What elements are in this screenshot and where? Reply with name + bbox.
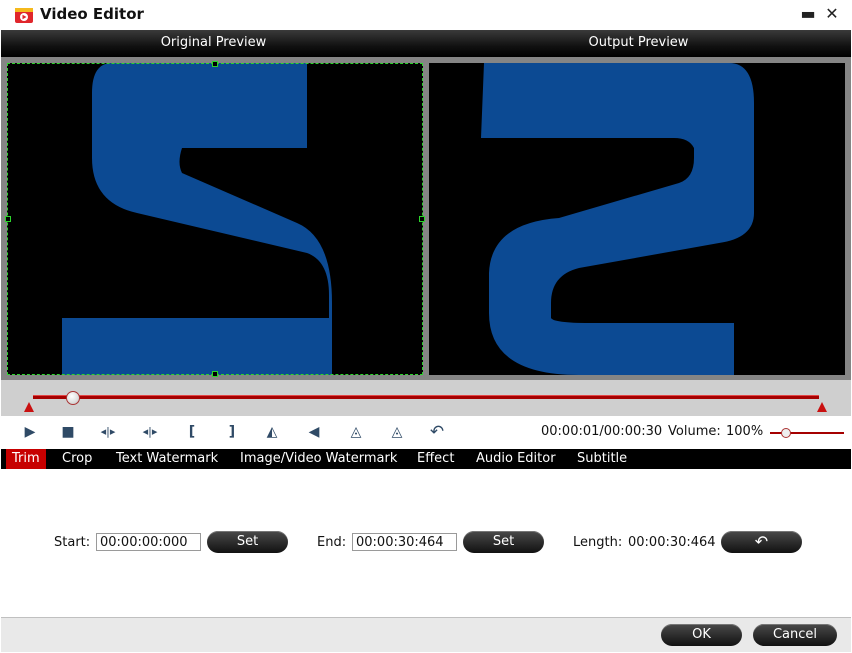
next-frame-icon[interactable]: ◂|▸	[139, 421, 161, 443]
film-icon	[12, 3, 36, 27]
tab-trim[interactable]: Trim	[6, 449, 46, 469]
flip-vertical-icon[interactable]: ◀	[303, 421, 325, 443]
rotate-right-icon[interactable]: ◬	[386, 421, 408, 443]
crop-handle-left[interactable]	[5, 216, 11, 222]
crop-handle-bottom[interactable]	[212, 371, 218, 377]
tab-text-watermark[interactable]: Text Watermark	[110, 449, 224, 469]
output-preview-label: Output Preview	[588, 35, 689, 50]
close-button[interactable]: ✕	[824, 6, 840, 22]
end-label: End:	[317, 535, 347, 550]
minimize-button[interactable]: ▬	[800, 6, 816, 22]
undo-icon[interactable]: ↶	[426, 421, 448, 443]
preview-header: Original Preview Output Preview	[1, 30, 851, 57]
play-icon[interactable]: ▶	[19, 421, 41, 443]
window-title: Video Editor	[40, 5, 144, 23]
set-end-button[interactable]: Set	[463, 531, 544, 553]
tab-effect[interactable]: Effect	[411, 449, 460, 469]
volume-label: Volume:	[668, 424, 721, 439]
flip-horizontal-icon[interactable]: ◭	[261, 421, 283, 443]
mark-in-icon[interactable]: [	[181, 421, 203, 443]
tab-crop[interactable]: Crop	[56, 449, 98, 469]
volume-knob[interactable]	[780, 428, 791, 438]
end-time-input[interactable]	[352, 533, 457, 551]
crop-handle-top[interactable]	[212, 61, 218, 67]
tab-audio-editor[interactable]: Audio Editor	[470, 449, 562, 469]
mark-out-icon[interactable]: ]	[221, 421, 243, 443]
ok-button[interactable]: OK	[661, 624, 742, 646]
timeline-track[interactable]	[33, 395, 819, 399]
tab-image-video-watermark[interactable]: Image/Video Watermark	[234, 449, 403, 469]
crop-handle-right[interactable]	[419, 216, 425, 222]
trim-start-marker[interactable]	[24, 402, 34, 412]
time-display: 00:00:01/00:00:30	[541, 424, 663, 439]
output-preview	[429, 63, 845, 375]
set-start-button[interactable]: Set	[207, 531, 288, 553]
tab-subtitle[interactable]: Subtitle	[571, 449, 633, 469]
reset-button[interactable]: ↶	[721, 531, 802, 553]
rotate-left-icon[interactable]: ◬	[345, 421, 367, 443]
trim-end-marker[interactable]	[817, 402, 827, 412]
start-label: Start:	[54, 535, 91, 550]
crop-frame[interactable]	[7, 63, 423, 375]
original-preview-label: Original Preview	[160, 35, 267, 50]
length-label: Length:	[573, 535, 623, 550]
length-value: 00:00:30:464	[628, 535, 716, 550]
start-time-input[interactable]	[96, 533, 201, 551]
cancel-button[interactable]: Cancel	[753, 624, 837, 646]
stop-icon[interactable]: ■	[57, 421, 79, 443]
prev-frame-icon[interactable]: ◂|▸	[97, 421, 119, 443]
volume-value: 100%	[726, 424, 764, 439]
